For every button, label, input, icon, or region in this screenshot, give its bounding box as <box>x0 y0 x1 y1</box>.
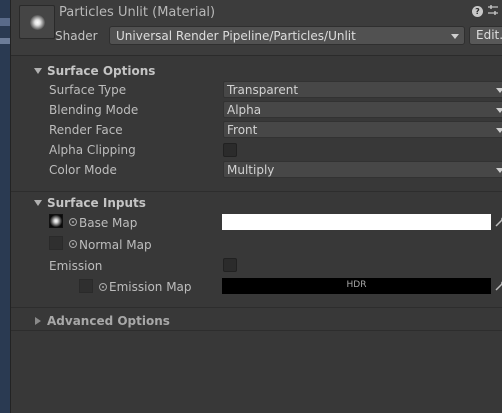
section-title: Advanced Options <box>47 314 170 328</box>
render-face-label: Render Face <box>49 123 123 137</box>
emission-checkbox[interactable] <box>223 258 237 272</box>
chevron-down-icon <box>451 34 459 39</box>
surface-type-label: Surface Type <box>49 83 127 97</box>
normal-map-label: Normal Map <box>79 238 152 252</box>
section-divider <box>11 330 502 331</box>
chevron-down-icon <box>496 108 502 113</box>
hdr-badge: HDR <box>346 280 367 290</box>
emission-map-label: Emission Map <box>109 280 192 294</box>
normal-map-texture-slot[interactable] <box>49 236 63 250</box>
base-map-label: Base Map <box>79 216 138 230</box>
particle-glow-icon <box>30 15 45 30</box>
material-title: Particles Unlit (Material) <box>59 5 216 20</box>
color-mode-label: Color Mode <box>49 163 117 177</box>
object-picker-icon[interactable] <box>69 218 77 226</box>
section-title: Surface Options <box>47 64 156 78</box>
material-preview-thumbnail[interactable] <box>19 5 55 39</box>
chevron-down-icon <box>496 128 502 133</box>
surface-type-value: Transparent <box>227 83 299 97</box>
foldout-expanded-icon <box>34 68 42 74</box>
edit-shader-button[interactable]: Edit... <box>469 26 502 45</box>
section-surface-inputs[interactable]: Surface Inputs <box>11 194 502 213</box>
section-advanced-options[interactable]: Advanced Options <box>11 312 502 331</box>
material-header: Particles Unlit (Material) ? Shader Univ… <box>11 0 502 56</box>
foldout-collapsed-icon <box>35 317 41 325</box>
emission-map-texture-slot[interactable] <box>79 279 93 293</box>
emission-label: Emission <box>49 259 103 273</box>
scene-view-edge <box>0 0 10 413</box>
scene-edge-marker <box>0 18 10 26</box>
shader-label: Shader <box>55 29 98 43</box>
base-map-texture-slot[interactable] <box>49 214 63 228</box>
foldout-expanded-icon <box>34 200 42 206</box>
blending-mode-label: Blending Mode <box>49 103 139 117</box>
eyedropper-icon[interactable] <box>494 216 502 228</box>
object-picker-icon[interactable] <box>69 240 77 248</box>
section-title: Surface Inputs <box>47 196 146 210</box>
chevron-down-icon <box>496 168 502 173</box>
blending-mode-dropdown[interactable]: Alpha <box>223 101 502 118</box>
help-icon[interactable]: ? <box>472 6 483 17</box>
eyedropper-icon[interactable] <box>494 280 502 292</box>
alpha-clipping-label: Alpha Clipping <box>49 143 136 157</box>
object-picker-icon[interactable] <box>99 283 107 291</box>
alpha-clipping-checkbox[interactable] <box>223 143 237 157</box>
inspector-panel: Particles Unlit (Material) ? Shader Univ… <box>10 0 502 413</box>
shader-dropdown[interactable]: Universal Render Pipeline/Particles/Unli… <box>109 26 465 45</box>
base-map-color-field[interactable] <box>222 214 491 230</box>
color-mode-value: Multiply <box>227 163 275 177</box>
section-divider <box>11 191 502 192</box>
chevron-down-icon <box>496 88 502 93</box>
scene-edge-marker-2 <box>0 38 10 44</box>
color-mode-dropdown[interactable]: Multiply <box>223 161 502 178</box>
sliders-icon[interactable] <box>487 4 499 16</box>
render-face-value: Front <box>227 123 258 137</box>
blending-mode-value: Alpha <box>227 103 262 117</box>
emission-color-field[interactable]: HDR <box>222 278 491 294</box>
shader-value: Universal Render Pipeline/Particles/Unli… <box>116 29 356 43</box>
surface-type-dropdown[interactable]: Transparent <box>223 81 502 98</box>
section-surface-options[interactable]: Surface Options <box>11 62 502 81</box>
render-face-dropdown[interactable]: Front <box>223 121 502 138</box>
section-divider <box>11 307 502 308</box>
